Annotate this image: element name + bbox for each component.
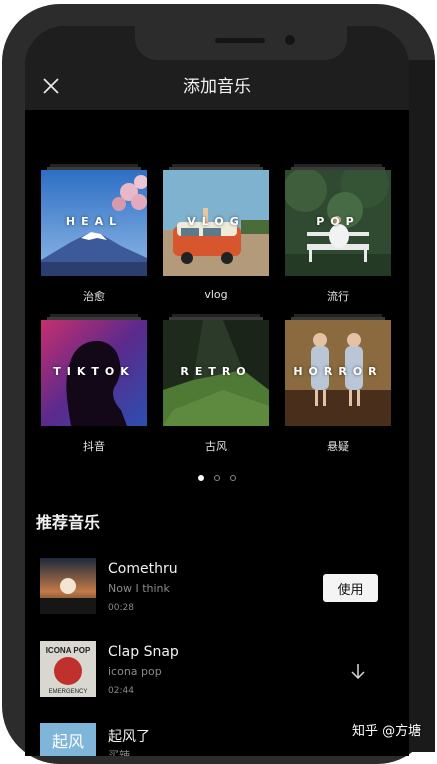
phone-frame: 添加音乐 HEAL 治愈 VLOG vlog POP 流行 TIKTOK 抖音 … <box>0 0 437 764</box>
category-card-vlog[interactable]: VLOG vlog <box>163 164 269 301</box>
section-title: 推荐音乐 <box>36 513 101 532</box>
category-tag: POP <box>316 215 360 228</box>
category-label: 治愈 <box>83 290 105 303</box>
use-button[interactable]: 使用 <box>323 574 378 602</box>
category-cover-horror: HORROR <box>285 320 391 426</box>
album-cover <box>40 558 96 614</box>
track-artist: icona pop <box>108 665 162 678</box>
page-dot-1[interactable] <box>198 475 204 481</box>
page-title: 添加音乐 <box>183 77 251 97</box>
category-cover-heal: HEAL <box>41 170 147 276</box>
track-row-comethru[interactable]: Comethru Now I think 00:28 使用 <box>40 558 400 618</box>
track-title: Clap Snap <box>108 644 179 660</box>
page-dot-3[interactable] <box>230 475 236 481</box>
app-screen: 添加音乐 HEAL 治愈 VLOG vlog POP 流行 TIKTOK 抖音 … <box>25 26 409 756</box>
track-artist: Now I think <box>108 582 170 595</box>
category-label: vlog <box>204 288 228 301</box>
category-card-tiktok[interactable]: TIKTOK 抖音 <box>41 314 147 454</box>
album-cover: 起风 <box>40 723 96 756</box>
category-card-pop[interactable]: POP 流行 <box>285 164 391 304</box>
watermark: 知乎 @方塘 <box>352 724 422 739</box>
category-label: 古风 <box>205 440 227 453</box>
category-card-heal[interactable]: HEAL 治愈 <box>41 164 147 304</box>
phone-notch <box>135 26 347 60</box>
category-tag: VLOG <box>187 215 245 228</box>
track-title: Comethru <box>108 561 178 577</box>
background-window-edge <box>409 60 435 752</box>
track-title: 起风了 <box>108 729 150 745</box>
page-dot-2[interactable] <box>214 475 220 481</box>
category-cover-vlog: VLOG <box>163 170 269 276</box>
category-card-horror[interactable]: HORROR 悬疑 <box>285 314 391 454</box>
track-duration: 00:28 <box>108 603 134 613</box>
category-label: 流行 <box>327 290 349 303</box>
album-text: EMERGENCY <box>49 689 88 695</box>
category-label: 悬疑 <box>327 440 349 453</box>
track-row-qifengle[interactable]: 起风 起风了 买辣 <box>40 723 400 756</box>
category-tag: HORROR <box>293 365 383 378</box>
front-camera <box>285 35 295 45</box>
track-duration: 02:44 <box>108 686 134 696</box>
speaker-grille <box>215 38 265 43</box>
album-text: ICONA POP <box>46 646 91 655</box>
category-tag: HEAL <box>65 215 123 228</box>
page-indicator <box>25 468 409 486</box>
category-tag: TIKTOK <box>53 365 135 378</box>
album-text: 起风 <box>52 732 84 751</box>
category-card-retro[interactable]: RETRO 古风 <box>163 314 269 454</box>
category-label: 抖音 <box>83 440 105 453</box>
download-icon[interactable] <box>349 662 367 682</box>
track-row-clap-snap[interactable]: ICONA POP EMERGENCY Clap Snap icona pop … <box>40 641 400 701</box>
category-cover-pop: POP <box>285 170 391 276</box>
album-cover: ICONA POP EMERGENCY <box>40 641 96 697</box>
category-cover-retro: RETRO <box>163 320 269 426</box>
category-tag: RETRO <box>180 365 252 378</box>
category-cover-tiktok: TIKTOK <box>41 320 147 426</box>
